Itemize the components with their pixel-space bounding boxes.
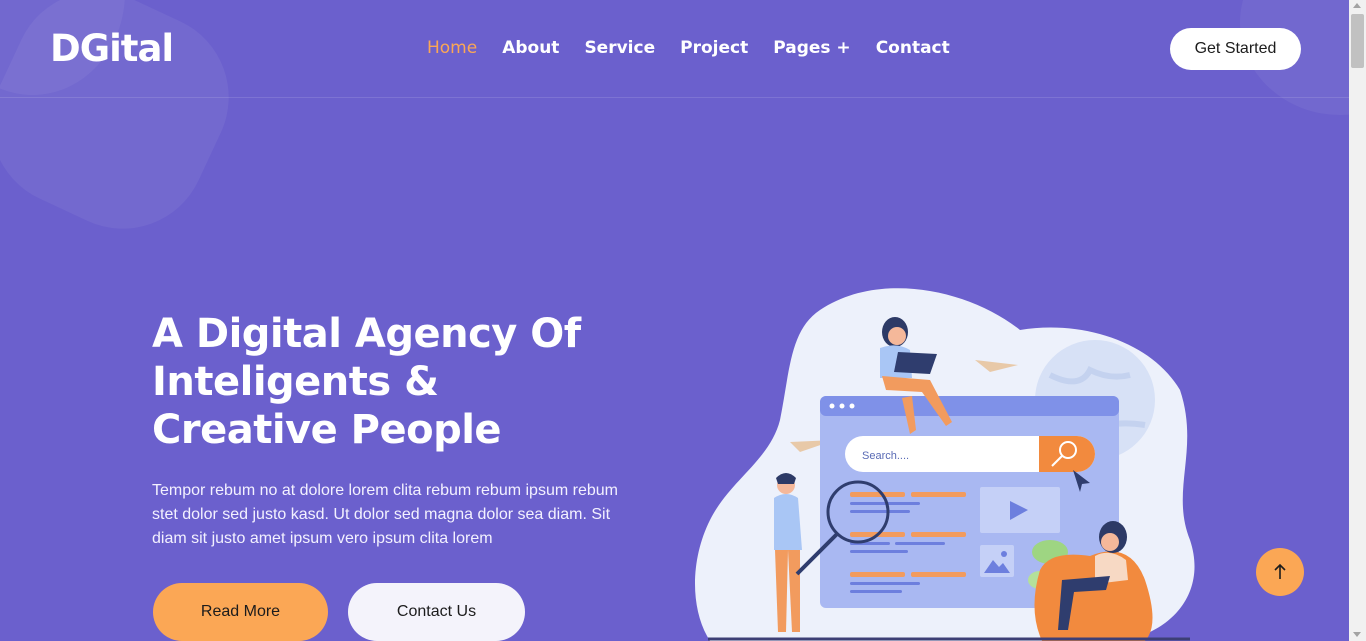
nav-item-project[interactable]: Project [680,38,748,58]
nav-item-about[interactable]: About [502,38,559,58]
content-line [911,532,966,537]
arrow-up-icon [1274,563,1286,579]
brand-logo[interactable]: DGital [50,27,174,70]
search-placeholder: Search.... [862,450,909,462]
image-icon-sun [1001,551,1007,557]
back-to-top-button[interactable] [1256,548,1304,596]
hero-description: Tempor rebum no at dolore lorem clita re… [152,482,618,547]
read-more-button[interactable]: Read More [153,583,328,641]
main-nav: Home About Service Project Pages + Conta… [427,38,975,58]
scroll-down-arrow-icon[interactable] [1353,632,1361,637]
get-started-button[interactable]: Get Started [1170,28,1301,70]
nav-item-contact[interactable]: Contact [876,38,950,58]
content-line [850,492,905,497]
content-line [850,550,908,553]
content-line [911,572,966,577]
window-dot [829,403,835,409]
contact-us-button[interactable]: Contact Us [348,583,525,641]
content-line [911,492,966,497]
content-line [895,542,945,545]
nav-item-home[interactable]: Home [427,38,477,58]
content-line [850,572,905,577]
window-dot [849,403,855,409]
scrollbar-thumb[interactable] [1351,14,1364,68]
content-line [850,510,910,513]
scroll-up-arrow-icon[interactable] [1353,3,1361,8]
scrollbar-track[interactable] [1349,0,1366,641]
browser-titlebar [820,396,1119,416]
window-dot [839,403,845,409]
page: DGital Home About Service Project Pages … [0,0,1349,641]
content-line [850,590,902,593]
nav-item-service[interactable]: Service [584,38,655,58]
site-header: DGital Home About Service Project Pages … [0,0,1349,98]
hero-illustration: Search.... [695,288,1195,641]
hero-title: A Digital Agency Of Inteligents & Creati… [152,311,581,453]
content-line [850,582,920,585]
nav-item-pages[interactable]: Pages + [773,38,850,58]
